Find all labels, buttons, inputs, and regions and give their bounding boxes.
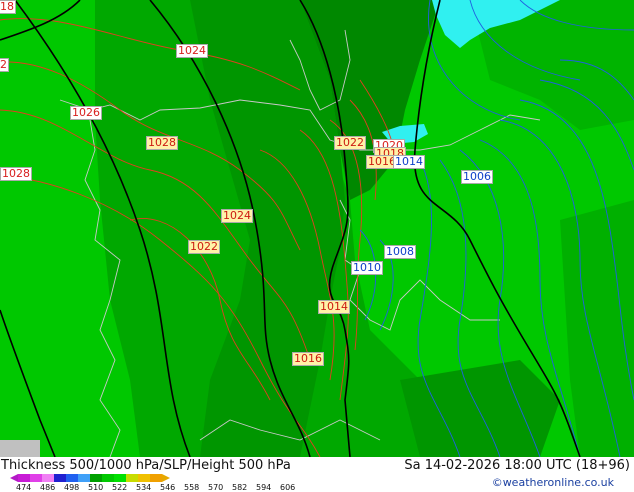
pressure-label-14: 1022 <box>188 240 220 254</box>
pressure-label-4: 1026 <box>70 106 102 120</box>
scale-left-arrow <box>10 474 18 482</box>
pressure-label-2: 1024 <box>176 44 208 58</box>
pressure-label-12: 1006 <box>461 170 493 184</box>
scale-swatch <box>18 474 30 482</box>
map-title: Thickness 500/1000 hPa/SLP/Height 500 hP… <box>1 458 291 473</box>
scale-tick-label: 510 <box>88 483 104 492</box>
scale-tick-label: 558 <box>184 483 200 492</box>
scale-tick-label: 546 <box>160 483 176 492</box>
scale-swatch <box>54 474 66 482</box>
pressure-label-5: 1028 <box>146 136 178 150</box>
scale-tick-label: 486 <box>40 483 56 492</box>
scale-tick-label: 570 <box>208 483 224 492</box>
pressure-label-3: 2 <box>0 58 9 72</box>
scale-tick-label: 534 <box>136 483 152 492</box>
forecast-map <box>0 0 634 457</box>
scale-swatch <box>30 474 42 482</box>
pressure-label-7: 1022 <box>334 136 366 150</box>
scale-tick-label: 474 <box>16 483 32 492</box>
scale-right-arrow <box>162 474 170 482</box>
scale-tick-label: 606 <box>280 483 296 492</box>
pressure-label-13: 1024 <box>221 209 253 223</box>
pressure-label-1: 18 <box>0 0 16 14</box>
scale-swatch <box>114 474 126 482</box>
pressure-label-6: 1028 <box>0 167 32 181</box>
scale-tick-label: 522 <box>112 483 128 492</box>
pressure-label-15: 1008 <box>384 245 416 259</box>
weather-map-view: 18 1024 2 1026 1028 1028 1022 1020 1018 … <box>0 0 634 492</box>
scale-swatch <box>150 474 162 482</box>
scale-swatch <box>78 474 90 482</box>
thickness-color-scale <box>18 474 162 482</box>
scale-swatch <box>66 474 78 482</box>
credit-link[interactable]: ©weatheronline.co.uk <box>492 476 614 489</box>
forecast-datetime: Sa 14-02-2026 18:00 UTC (18+96) <box>404 458 630 473</box>
scale-tick-label: 582 <box>232 483 248 492</box>
scale-tick-label: 594 <box>256 483 272 492</box>
pressure-label-11: 1014 <box>393 155 425 169</box>
pressure-label-18: 1016 <box>292 352 324 366</box>
scale-swatch <box>90 474 102 482</box>
scale-swatch <box>102 474 114 482</box>
scale-swatch <box>126 474 138 482</box>
scale-swatch <box>42 474 54 482</box>
sea-gray-corner <box>0 440 40 457</box>
scale-swatch <box>138 474 150 482</box>
scale-tick-label: 498 <box>64 483 80 492</box>
map-footer: Thickness 500/1000 hPa/SLP/Height 500 hP… <box>0 457 634 492</box>
pressure-label-16: 1010 <box>351 261 383 275</box>
pressure-label-17: 1014 <box>318 300 350 314</box>
